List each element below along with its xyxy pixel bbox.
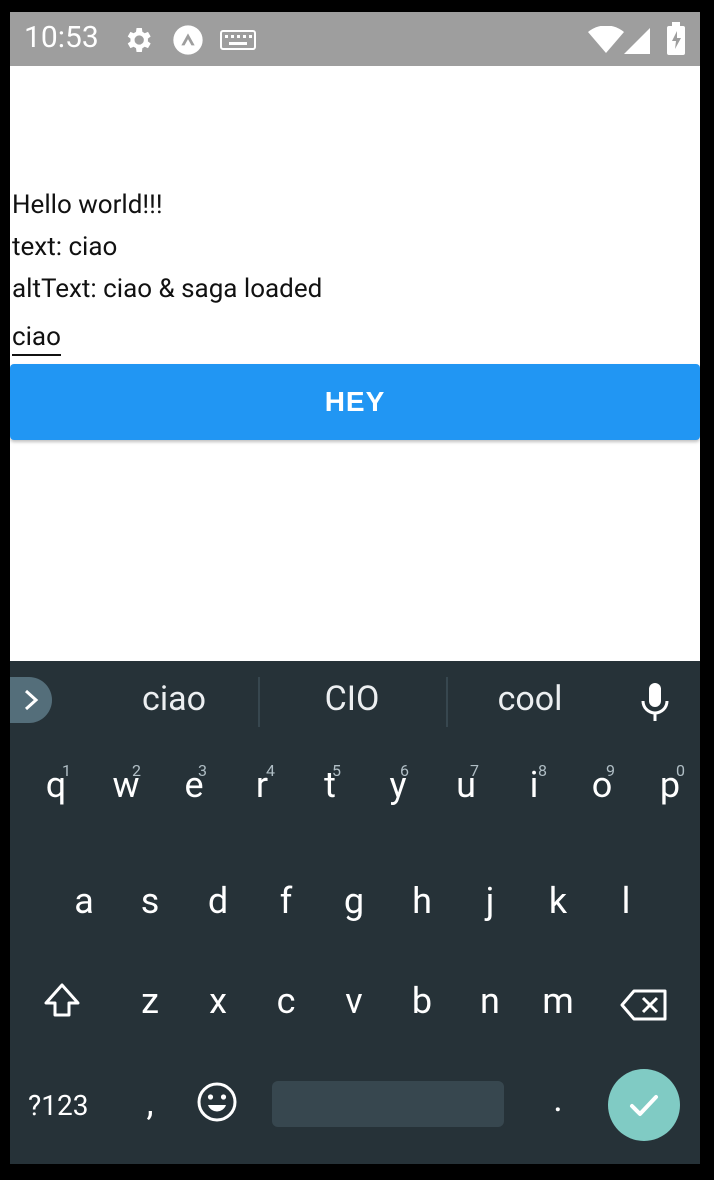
wifi-icon xyxy=(588,25,624,58)
key-c[interactable]: c xyxy=(256,981,316,1021)
key-b[interactable]: b xyxy=(392,981,452,1021)
alt-text-value-line: altText: ciao & saga loaded xyxy=(12,274,323,304)
emoji-key[interactable] xyxy=(196,1081,238,1127)
hint-6: 6 xyxy=(400,761,409,780)
text-value-line: text: ciao xyxy=(12,232,118,262)
key-j[interactable]: j xyxy=(460,881,520,921)
hint-0: 0 xyxy=(676,761,685,780)
comma-key[interactable]: , xyxy=(120,1083,180,1123)
key-p[interactable]: p xyxy=(640,765,700,805)
key-q[interactable]: q xyxy=(26,765,86,805)
checkmark-icon xyxy=(630,1095,658,1116)
hint-2: 2 xyxy=(132,761,141,780)
key-r[interactable]: r xyxy=(232,765,292,805)
key-a[interactable]: a xyxy=(54,881,114,921)
key-f[interactable]: f xyxy=(256,881,316,921)
hint-4: 4 xyxy=(266,761,275,780)
microphone-icon[interactable] xyxy=(640,681,670,727)
space-bar[interactable] xyxy=(272,1081,504,1127)
text-input[interactable]: ciao xyxy=(12,322,61,356)
expand-suggestions-button[interactable] xyxy=(10,677,52,723)
backspace-key[interactable] xyxy=(620,989,668,1025)
soft-keyboard: ciao CIO cool q w e r t y u i o p 1 2 3 … xyxy=(10,661,700,1164)
key-area: q w e r t y u i o p 1 2 3 4 5 6 7 8 9 0 … xyxy=(10,743,700,1164)
suggestion-divider xyxy=(446,677,448,727)
clock: 10:53 xyxy=(24,20,99,55)
hint-9: 9 xyxy=(606,761,615,780)
emoji-icon xyxy=(197,1082,237,1122)
key-y[interactable]: y xyxy=(368,765,428,805)
signal-icon xyxy=(624,28,652,58)
key-o[interactable]: o xyxy=(572,765,632,805)
chevron-right-icon xyxy=(24,689,39,711)
key-v[interactable]: v xyxy=(324,981,384,1021)
key-z[interactable]: z xyxy=(120,981,180,1021)
battery-icon xyxy=(666,22,686,60)
key-x[interactable]: x xyxy=(188,981,248,1021)
enter-key[interactable] xyxy=(608,1069,680,1141)
key-l[interactable]: l xyxy=(596,881,656,921)
key-i[interactable]: i xyxy=(504,765,564,805)
symbols-key[interactable]: ?123 xyxy=(28,1089,88,1122)
suggestion-ciao[interactable]: ciao xyxy=(94,679,254,719)
key-w[interactable]: w xyxy=(96,765,156,805)
hint-8: 8 xyxy=(538,761,547,780)
suggestion-strip: ciao CIO cool xyxy=(10,661,700,743)
key-h[interactable]: h xyxy=(392,881,452,921)
key-k[interactable]: k xyxy=(528,881,588,921)
key-d[interactable]: d xyxy=(188,881,248,921)
key-t[interactable]: t xyxy=(300,765,360,805)
backspace-icon xyxy=(620,989,667,1021)
hint-3: 3 xyxy=(198,761,207,780)
hint-1: 1 xyxy=(62,761,71,780)
shift-icon xyxy=(44,983,80,1017)
suggestion-divider xyxy=(258,677,260,727)
key-e[interactable]: e xyxy=(164,765,224,805)
key-g[interactable]: g xyxy=(324,881,384,921)
suggestion-cio[interactable]: CIO xyxy=(272,679,432,719)
settings-icon xyxy=(122,24,154,60)
shift-key[interactable] xyxy=(42,981,82,1025)
period-key[interactable]: . xyxy=(528,1079,588,1119)
key-u[interactable]: u xyxy=(436,765,496,805)
key-n[interactable]: n xyxy=(460,981,520,1021)
suggestion-cool[interactable]: cool xyxy=(450,679,610,719)
hello-text: Hello world!!! xyxy=(12,190,163,220)
key-m[interactable]: m xyxy=(528,981,588,1021)
hint-7: 7 xyxy=(470,761,479,780)
app-notification-icon xyxy=(172,24,204,60)
hint-5: 5 xyxy=(332,761,341,780)
hey-button[interactable]: HEY xyxy=(10,364,700,440)
keyboard-icon xyxy=(220,30,256,54)
status-bar: 10:53 xyxy=(10,12,700,66)
key-s[interactable]: s xyxy=(120,881,180,921)
app-screen: Hello world!!! text: ciao altText: ciao … xyxy=(10,66,700,662)
